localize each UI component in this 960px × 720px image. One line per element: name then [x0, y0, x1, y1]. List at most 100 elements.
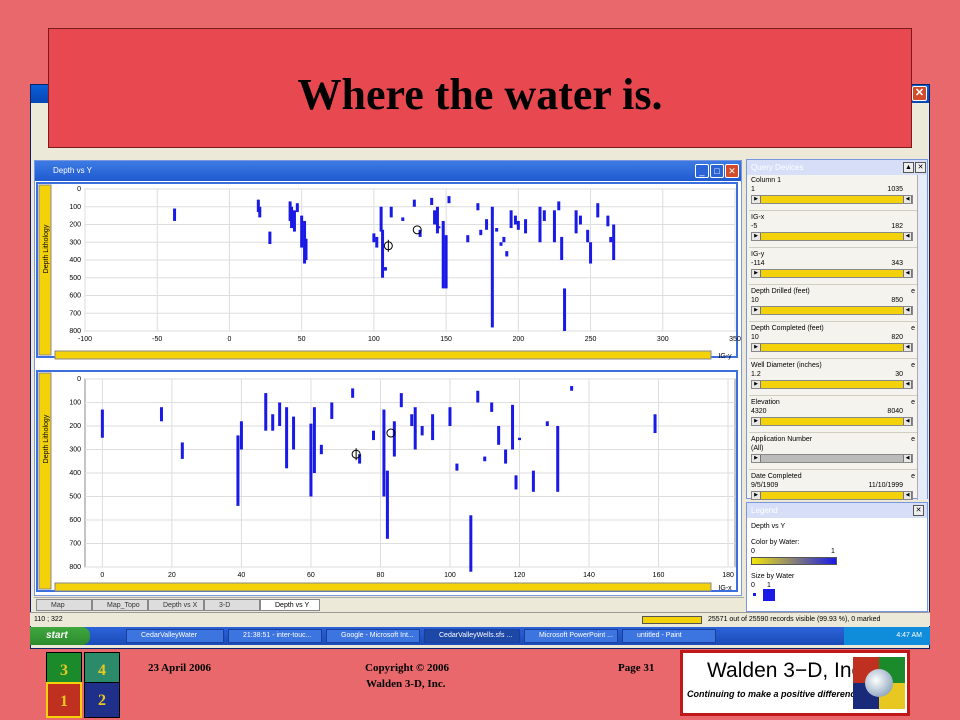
data-point — [383, 267, 387, 271]
task-inter-touch[interactable]: 21:38:51 - inter-touc... — [228, 629, 322, 643]
system-tray: 4:47 AM — [844, 627, 930, 645]
data-point — [399, 393, 403, 408]
slider-left-handle-icon[interactable]: ▶ — [752, 492, 761, 499]
y-tick-label: 200 — [69, 423, 81, 430]
x-tick-label: 80 — [377, 572, 385, 579]
range-slider[interactable]: ▶ ◀ — [751, 195, 913, 204]
close-button[interactable]: ✕ — [725, 164, 739, 178]
chart-window-title: Depth vs Y — [35, 161, 741, 181]
data-point — [531, 470, 535, 492]
data-point — [431, 414, 435, 441]
data-point — [545, 421, 549, 426]
data-point — [495, 228, 499, 232]
range-slider[interactable]: ▶ ◀ — [751, 454, 913, 463]
nav-square-2[interactable]: 2 — [84, 682, 120, 718]
query-item-max: 850 — [891, 297, 903, 304]
close-icon[interactable]: ✕ — [912, 86, 927, 101]
slider-right-handle-icon[interactable]: ◀ — [903, 492, 912, 499]
x-tick-label: 200 — [512, 336, 524, 343]
slider-left-handle-icon[interactable]: ▶ — [752, 270, 761, 277]
task-powerpoint[interactable]: Microsoft PowerPoint ... — [524, 629, 618, 643]
slider-left-handle-icon[interactable]: ▶ — [752, 381, 761, 388]
data-point — [412, 199, 416, 207]
tab-map-topo[interactable]: Map_Topo — [92, 599, 148, 611]
slider-right-handle-icon[interactable]: ◀ — [903, 344, 912, 351]
taskbar: start CedarValleyWater 21:38:51 - inter-… — [30, 627, 930, 645]
query-item-e-flag: e — [911, 325, 915, 332]
slider-right-handle-icon[interactable]: ◀ — [903, 233, 912, 240]
data-point — [560, 236, 564, 260]
data-point — [382, 409, 386, 497]
query-list: Column 1 1 1035 ▶ ◀ IG-x -5 182 ▶ ◀ IG-y -114 343 ▶ ◀ D… — [747, 175, 919, 500]
x-tick-label: -50 — [152, 336, 162, 343]
y-tick-label: 0 — [77, 186, 81, 193]
maximize-button[interactable]: □ — [710, 164, 724, 178]
legend-header: Legend — [747, 503, 927, 518]
query-item-e-flag: e — [911, 399, 915, 406]
query-item-min: 10 — [751, 334, 759, 341]
slider-left-handle-icon[interactable]: ▶ — [752, 196, 761, 203]
y-tick-label: 500 — [69, 275, 81, 282]
start-button[interactable]: start — [30, 627, 90, 645]
slider-right-handle-icon[interactable]: ◀ — [903, 455, 912, 462]
task-paint[interactable]: untitled - Paint — [622, 629, 716, 643]
data-point — [433, 210, 437, 225]
task-cedar-valley-water[interactable]: CedarValleyWater — [126, 629, 224, 643]
range-slider[interactable]: ▶ ◀ — [751, 343, 913, 352]
slider-right-handle-icon[interactable]: ◀ — [903, 381, 912, 388]
query-item: Elevation e 4320 8040 ▶ ◀ — [749, 397, 917, 433]
data-point — [609, 236, 613, 243]
minimize-button[interactable]: _ — [695, 164, 709, 178]
tab-depth-vs-x[interactable]: Depth vs X — [148, 599, 204, 611]
legend-close-icon[interactable]: ✕ — [913, 505, 924, 516]
data-point — [410, 414, 414, 426]
tab-3d[interactable]: 3-D — [204, 599, 260, 611]
panel-close-icon[interactable]: ✕ — [915, 162, 926, 173]
range-slider[interactable]: ▶ ◀ — [751, 232, 913, 241]
slider-left-handle-icon[interactable]: ▶ — [752, 344, 761, 351]
y-tick-label: 100 — [69, 204, 81, 211]
data-point — [455, 463, 459, 471]
query-item-min: 9/5/1909 — [751, 482, 779, 489]
range-slider[interactable]: ▶ ◀ — [751, 306, 913, 315]
query-scrollbar[interactable] — [917, 175, 927, 500]
slider-left-handle-icon[interactable]: ▶ — [752, 307, 761, 314]
task-google-ie[interactable]: Google - Microsoft Int... — [326, 629, 420, 643]
task-cedar-valley-wells[interactable]: CedarValleyWells.sfs ... — [424, 629, 520, 643]
y-tick-label: 200 — [69, 222, 81, 229]
x-tick-label: 160 — [653, 572, 665, 579]
data-point — [578, 215, 582, 225]
y-tick-label: 600 — [69, 293, 81, 300]
panel-collapse-icon[interactable]: ▲ — [903, 162, 914, 173]
logo-tagline: Continuing to make a positive difference… — [687, 689, 864, 699]
data-point — [385, 470, 389, 539]
slider-left-handle-icon[interactable]: ▶ — [752, 233, 761, 240]
data-point — [258, 206, 262, 218]
x-tick-label: 300 — [657, 336, 669, 343]
range-slider[interactable]: ▶ ◀ — [751, 269, 913, 278]
data-point — [504, 449, 508, 464]
axis-selector: IG-x — [718, 585, 732, 592]
slider-right-handle-icon[interactable]: ◀ — [903, 270, 912, 277]
data-point — [563, 288, 567, 331]
x-tick-label: 150 — [440, 336, 452, 343]
slider-left-handle-icon[interactable]: ▶ — [752, 455, 761, 462]
nav-square-1[interactable]: 1 — [46, 682, 82, 718]
slider-right-handle-icon[interactable]: ◀ — [903, 418, 912, 425]
slider-right-handle-icon[interactable]: ◀ — [903, 307, 912, 314]
slider-right-handle-icon[interactable]: ◀ — [903, 196, 912, 203]
data-point — [574, 210, 578, 234]
footer-company: Walden 3-D, Inc. — [366, 678, 446, 690]
slider-left-handle-icon[interactable]: ▶ — [752, 418, 761, 425]
tab-map[interactable]: Map — [36, 599, 92, 611]
data-point — [466, 235, 470, 243]
query-item: Depth Completed (feet) e 10 820 ▶ ◀ — [749, 323, 917, 359]
query-item-label: Column 1 — [751, 177, 781, 184]
range-slider[interactable]: ▶ ◀ — [751, 417, 913, 426]
range-slider[interactable]: ▶ ◀ — [751, 380, 913, 389]
data-point — [372, 430, 376, 441]
data-point — [268, 231, 272, 245]
data-point — [513, 215, 517, 225]
tab-depth-vs-y[interactable]: Depth vs Y — [260, 599, 320, 611]
range-slider[interactable]: ▶ ◀ — [751, 491, 913, 500]
